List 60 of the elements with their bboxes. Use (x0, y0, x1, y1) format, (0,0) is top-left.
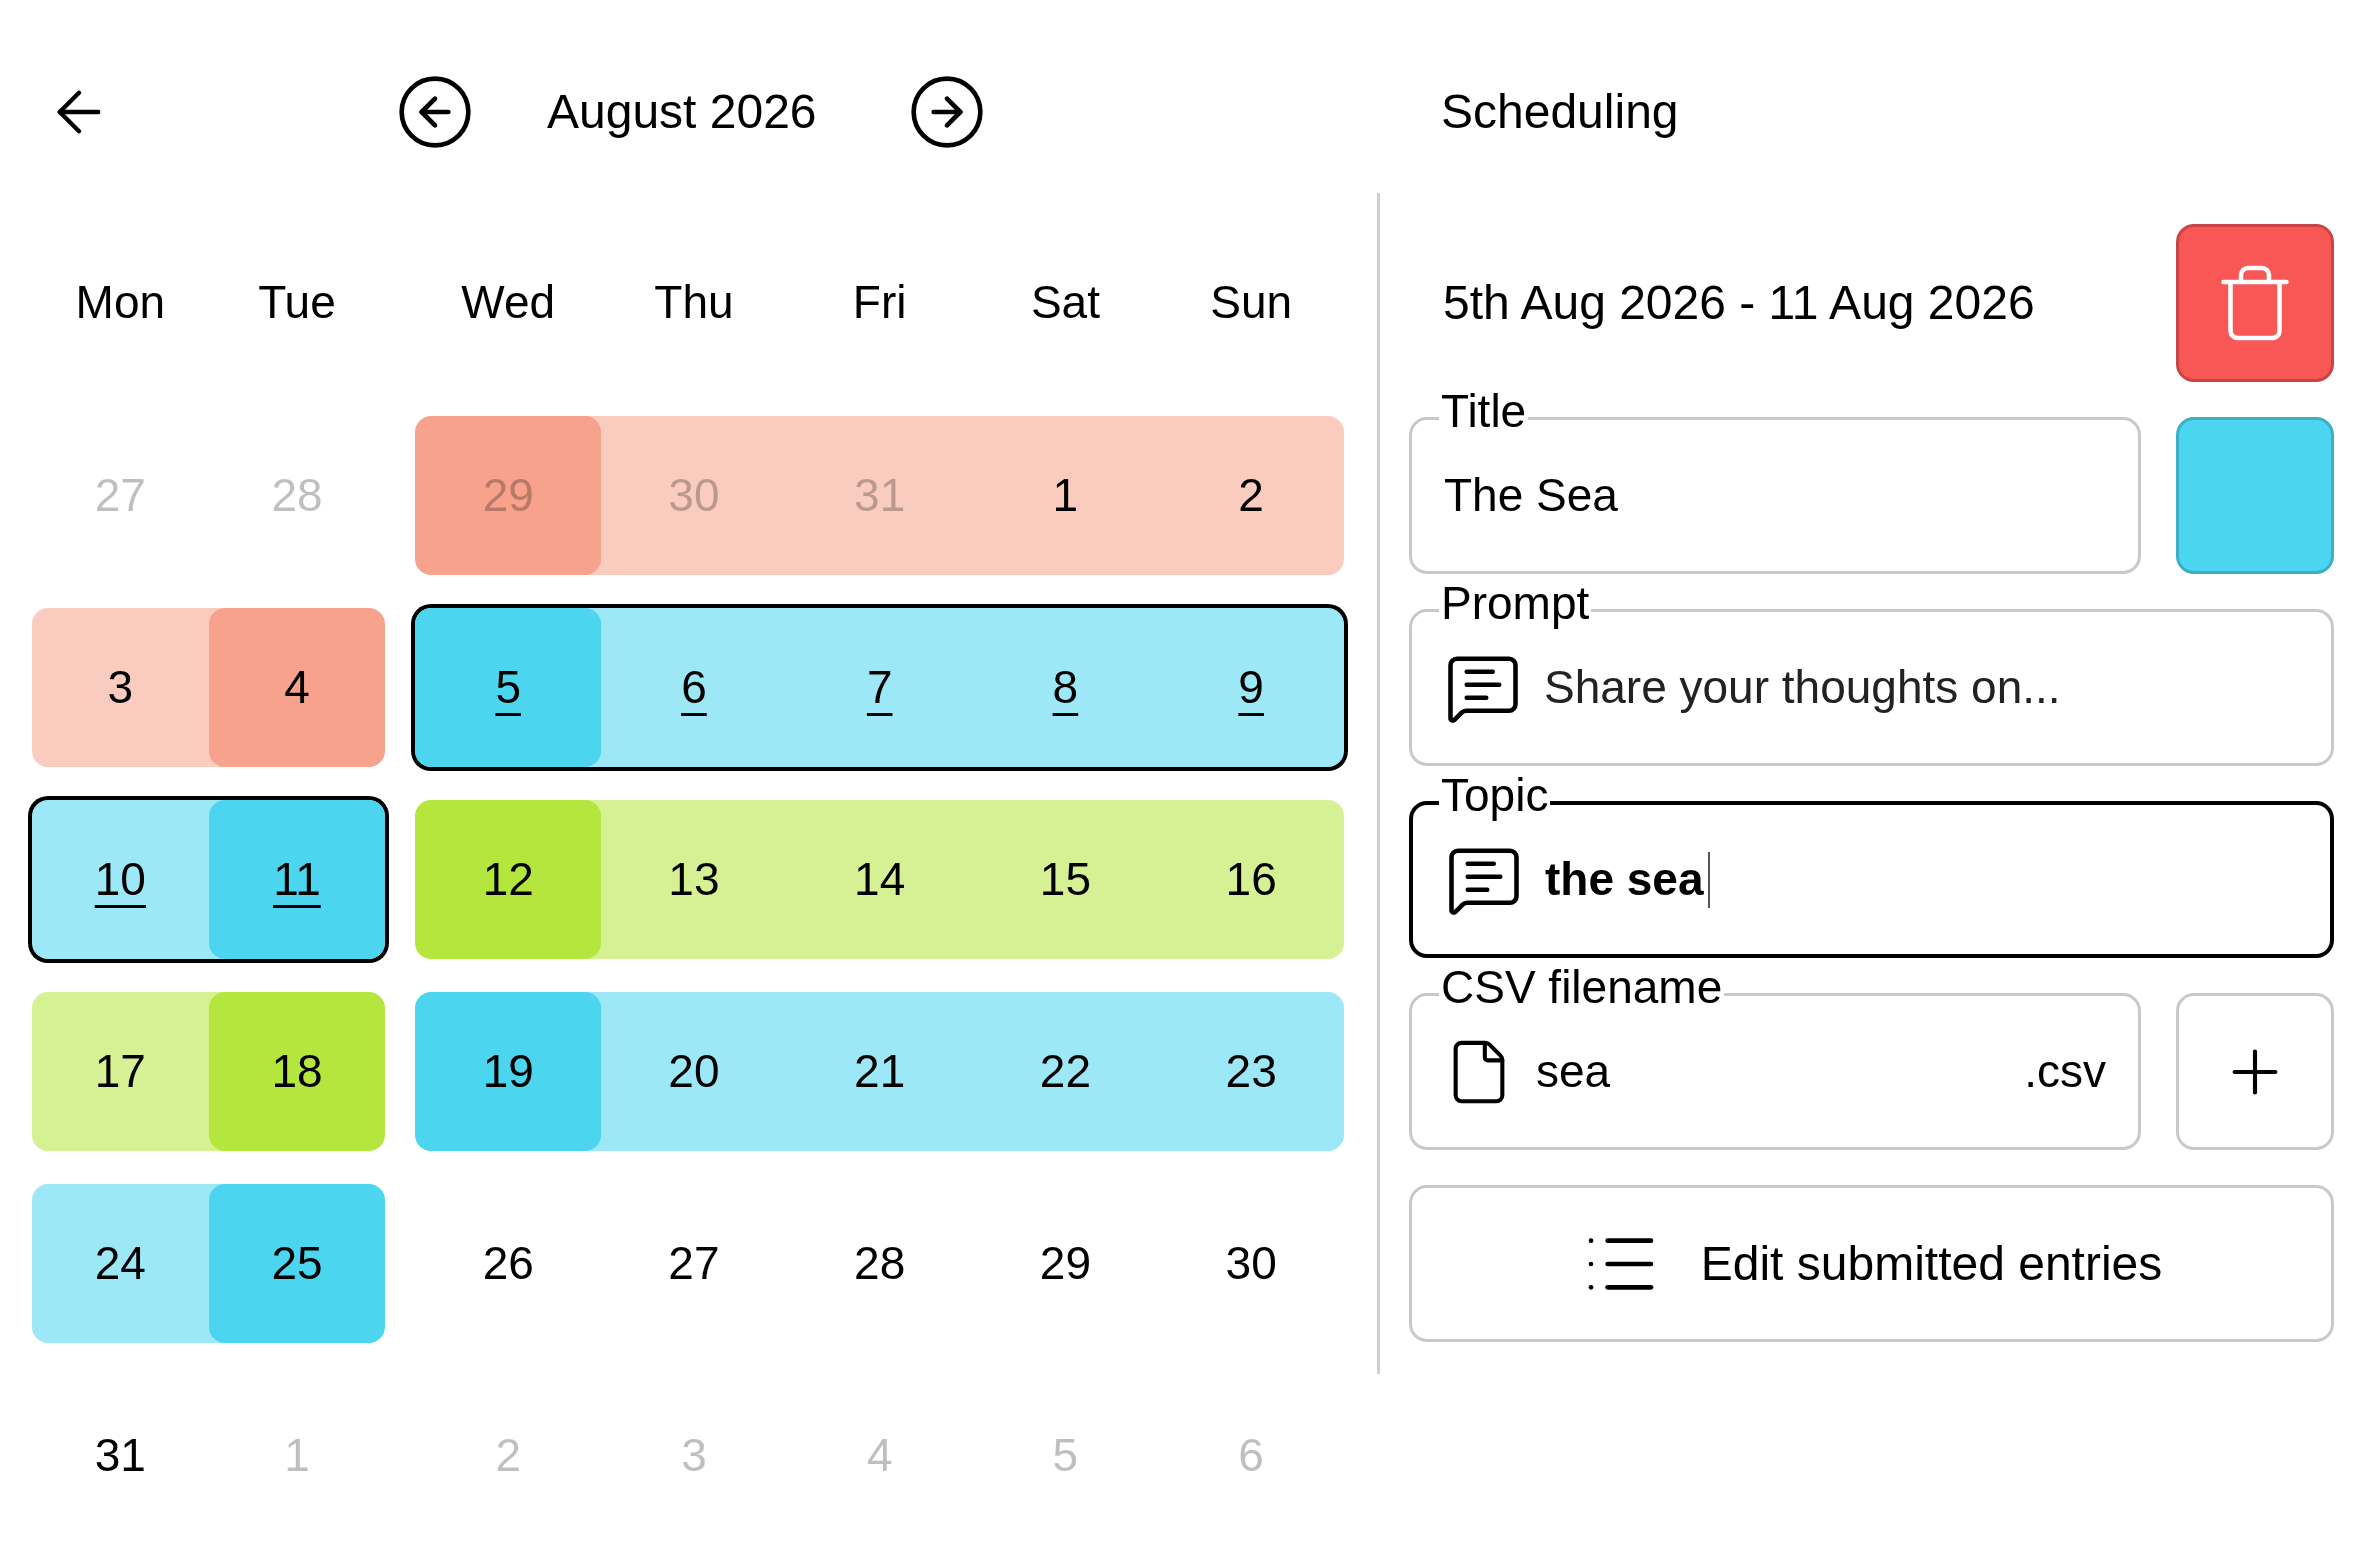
delete-button[interactable] (2176, 224, 2334, 382)
day-number[interactable]: 25 (271, 1229, 323, 1298)
day-number[interactable]: 24 (94, 1229, 146, 1298)
day-number[interactable]: 29 (1039, 1229, 1091, 1298)
day-number[interactable]: 18 (271, 1037, 323, 1106)
day-number[interactable]: 30 (1225, 1229, 1277, 1298)
file-extension: .csv (2024, 1044, 2106, 1099)
day-number[interactable]: 11 (273, 845, 321, 914)
day-number[interactable]: 16 (1225, 845, 1277, 914)
date-range: 5th Aug 2026 - 11 Aug 2026 (1442, 275, 2035, 331)
day-number[interactable]: 3 (107, 653, 134, 722)
day-number[interactable]: 7 (866, 653, 893, 722)
field-placeholder: Share your thoughts on... (1544, 660, 2061, 715)
day-number[interactable]: 26 (482, 1229, 534, 1298)
day-number[interactable]: 22 (1039, 1037, 1091, 1106)
event-edge-day[interactable]: 12 (415, 800, 602, 959)
event-edge-day[interactable]: 4 (208, 608, 386, 767)
day-number[interactable]: 8 (1052, 653, 1079, 722)
event-edge-day[interactable]: 19 (415, 992, 602, 1151)
day-number[interactable]: 6 (681, 653, 707, 722)
day-number[interactable]: 17 (94, 1037, 146, 1106)
day-number[interactable]: 9 (1238, 653, 1264, 722)
event-bar[interactable]: 12 13 14 15 16 (415, 800, 1344, 959)
event-edge-day[interactable]: 18 (208, 992, 386, 1151)
weekday-label: Fri (852, 274, 907, 330)
day-number[interactable]: 14 (854, 845, 906, 914)
event-edge-day[interactable]: 25 (208, 1184, 386, 1343)
day-number[interactable]: 28 (854, 1229, 906, 1298)
day-number[interactable]: 21 (854, 1037, 906, 1106)
month-title: August 2026 (547, 84, 818, 140)
text-cursor (1707, 851, 1710, 908)
day-number[interactable]: 5 (495, 653, 521, 722)
day-number[interactable]: 12 (482, 845, 534, 914)
color-swatch[interactable] (2176, 417, 2334, 574)
day-number[interactable]: 4 (284, 653, 310, 722)
field-value: the sea (1545, 852, 1704, 907)
day-number[interactable]: 10 (94, 845, 146, 914)
field-value: The Sea (1444, 468, 1618, 523)
weekday-label: Sun (1210, 274, 1293, 330)
event-edge-day[interactable]: 5 (415, 608, 602, 767)
day-number[interactable]: 15 (1039, 845, 1091, 914)
edit-entries-button[interactable]: Edit submitted entries (1409, 1185, 2334, 1342)
event-bar[interactable]: 24 25 (32, 1184, 386, 1343)
day-number[interactable]: 27 (668, 1229, 720, 1298)
day-number[interactable]: 13 (668, 845, 720, 914)
day-number[interactable]: 20 (668, 1037, 720, 1106)
day-number[interactable]: 31 (94, 1421, 146, 1490)
field-value: sea (1536, 1044, 1612, 1099)
weekday-label: Mon (75, 274, 166, 330)
event-bar[interactable]: 17 18 (32, 992, 386, 1151)
weekday-label: Thu (654, 274, 734, 330)
weekday-label: Wed (461, 274, 556, 330)
day-number[interactable]: 23 (1225, 1037, 1277, 1106)
event-bar[interactable]: 19 20 21 22 23 (415, 992, 1344, 1151)
day-number[interactable]: 19 (482, 1037, 534, 1106)
weekday-label: Tue (258, 274, 336, 330)
panel-title: Scheduling (1441, 84, 1679, 140)
weekday-label: Sat (1030, 274, 1100, 330)
event-bar[interactable]: 3 4 (32, 608, 386, 767)
event-edge-day[interactable]: 11 (208, 800, 386, 959)
